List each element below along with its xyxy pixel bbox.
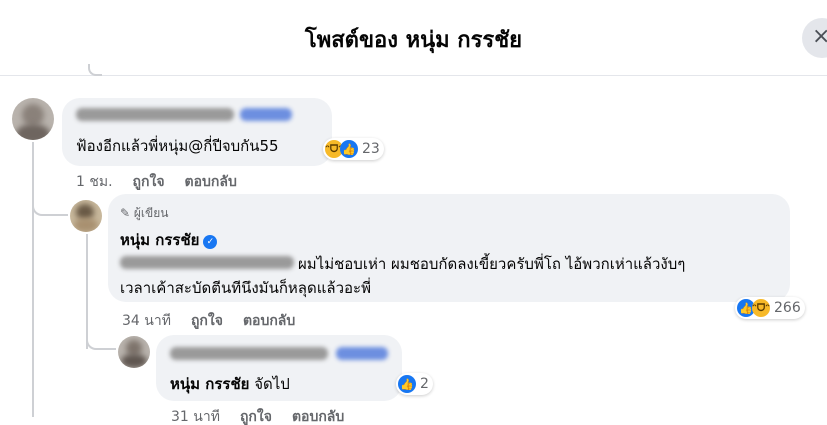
reaction-count: 266 xyxy=(774,300,801,316)
dialog-header: โพสต์ของ หนุ่ม กรรชัย × xyxy=(0,0,827,76)
commenter-tag-redacted xyxy=(240,108,292,121)
like-button[interactable]: ถูกใจ xyxy=(240,409,272,425)
comment-time[interactable]: 31 นาที xyxy=(171,409,220,425)
avatar[interactable] xyxy=(12,98,54,140)
mention-link[interactable]: หนุ่ม กรรชัย xyxy=(170,375,249,393)
comment-bubble: ✎ ผู้เขียน หนุ่ม กรรชัย ✓ ผมไม่ชอบเห่า ผม… xyxy=(108,194,790,302)
comment-bubble: ฟ้องอีกแล้วพี่หนุ่ม@กี่ปีจบกัน55 xyxy=(62,98,332,166)
comment-text: หนุ่ม กรรชัย จัดไป xyxy=(170,375,290,393)
avatar[interactable] xyxy=(70,200,102,232)
comment-bubble: หนุ่ม กรรชัย จัดไป xyxy=(156,335,402,401)
commenter-name-redacted[interactable] xyxy=(76,108,234,121)
like-button[interactable]: ถูกใจ xyxy=(191,313,223,329)
avatar[interactable] xyxy=(118,336,150,368)
author-badge: ✎ ผู้เขียน xyxy=(120,206,169,220)
verified-icon: ✓ xyxy=(203,235,218,249)
mention-redacted[interactable] xyxy=(120,256,294,269)
commenter-name-redacted[interactable] xyxy=(170,347,328,360)
author-name[interactable]: หนุ่ม กรรชัย ✓ xyxy=(120,228,218,252)
comment-text-line2: เวลาเค้าสะบัดตีนทีนึงมันก็หลุดแล้วอะพี่ xyxy=(120,279,371,297)
reaction-summary[interactable]: 👍 ᵔᗜᵔ 266 xyxy=(735,297,805,319)
reaction-summary[interactable]: 👍 2 xyxy=(396,373,433,395)
like-button[interactable]: ถูกใจ xyxy=(133,174,165,190)
thread-connector xyxy=(86,332,116,350)
comment-time[interactable]: 34 นาที xyxy=(122,313,171,329)
commenter-tag-redacted xyxy=(336,347,388,360)
reaction-count: 2 xyxy=(420,376,429,392)
comment-text: ฟ้องอีกแล้วพี่หนุ่ม@กี่ปีจบกัน55 xyxy=(76,137,279,155)
comment-time[interactable]: 1 ชม. xyxy=(76,174,113,190)
reply-button[interactable]: ตอบกลับ xyxy=(185,174,237,190)
like-icon: 👍 xyxy=(398,375,416,393)
reaction-summary[interactable]: ᵔᗜᵔ 👍 23 xyxy=(323,138,384,160)
comment-meta: 1 ชม. ถูกใจ ตอบกลับ xyxy=(76,171,257,193)
like-icon: 👍 xyxy=(340,140,358,158)
thread-connector xyxy=(88,64,102,76)
reply-button[interactable]: ตอบกลับ xyxy=(243,313,295,329)
thread-connector xyxy=(32,194,68,216)
reaction-count: 23 xyxy=(362,141,380,157)
dialog-title: โพสต์ของ หนุ่ม กรรชัย xyxy=(304,28,523,53)
comment-meta: 31 นาที ถูกใจ ตอบกลับ xyxy=(171,406,364,425)
comment-text-line1: ผมไม่ชอบเห่า ผมชอบกัดลงเขี้ยวครับพี่โถ ไ… xyxy=(298,255,686,273)
reply-button[interactable]: ตอบกลับ xyxy=(292,409,344,425)
pencil-icon: ✎ xyxy=(120,206,131,220)
thread-line xyxy=(32,142,34,417)
haha-icon: ᵔᗜᵔ xyxy=(752,299,770,317)
close-icon: × xyxy=(812,24,827,49)
comment-meta: 34 นาที ถูกใจ ตอบกลับ xyxy=(122,310,315,332)
